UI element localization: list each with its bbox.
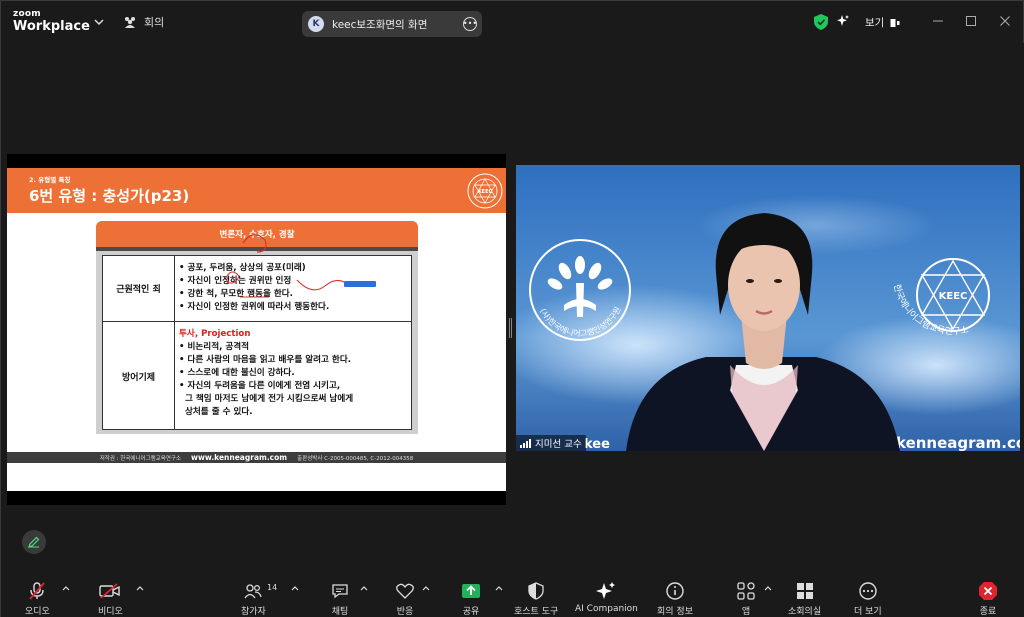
brand-top: zoom (13, 9, 41, 19)
participants-button[interactable]: 참가자 (241, 573, 266, 617)
meeting-info-label: 회의 정보 (657, 607, 693, 617)
end-call-icon (979, 582, 997, 600)
annotate-button[interactable] (22, 530, 46, 554)
audio-button[interactable]: 오디오 (25, 573, 50, 617)
reactions-label: 반응 (396, 607, 414, 617)
brand-bottom: Workplace (13, 19, 90, 34)
video-options-caret-icon[interactable] (136, 585, 144, 591)
participants-count: 14 (267, 583, 278, 592)
breakout-rooms-button[interactable]: 소회의실 (788, 573, 821, 617)
end-label: 종료 (979, 607, 997, 617)
share-options-caret-icon[interactable] (495, 585, 503, 591)
chat-icon (332, 584, 348, 599)
share-title: keec보조화면의 화면 (332, 18, 428, 31)
reactions-button[interactable]: 반응 (394, 573, 416, 617)
participants-options-caret-icon[interactable] (291, 585, 299, 591)
participant-name: 지미선 교수 (535, 439, 582, 450)
shield-icon (528, 582, 544, 600)
more-button[interactable]: 더 보기 (854, 573, 882, 617)
end-meeting-button[interactable]: 종료 (977, 573, 999, 617)
encryption-shield-icon[interactable] (814, 14, 828, 30)
breakout-rooms-label: 소회의실 (788, 607, 822, 617)
participant-name-tag: 지미선 교수 (516, 435, 586, 451)
meeting-stage: 2. 유형별 특징 6번 유형 : 충성가(p23) KEEC 변론자, 수호자… (1, 43, 1024, 573)
title-bar: zoom Workplace 회의 K keec보조화면의 화면 ••• 보기 (1, 1, 1024, 43)
right-logo-text: KEEC (939, 291, 968, 302)
meeting-info-button[interactable]: 회의 정보 (657, 573, 693, 617)
view-label: 보기 (865, 17, 885, 29)
participants-label: 참가자 (241, 607, 266, 617)
video-off-icon (99, 583, 121, 599)
close-icon[interactable] (999, 15, 1011, 27)
zoom-brand[interactable]: zoom Workplace (13, 9, 90, 34)
apps-label: 앱 (741, 607, 751, 617)
video-label: 비디오 (98, 607, 123, 617)
reactions-options-caret-icon[interactable] (422, 585, 430, 591)
zoom-window: zoom Workplace 회의 K keec보조화면의 화면 ••• 보기 (0, 0, 1024, 617)
annotation-marks (226, 234, 348, 298)
apps-options-caret-icon[interactable] (764, 585, 772, 591)
signal-strength-icon (520, 438, 531, 448)
footer-registration: 출판성박사 C-2005-000485, C-2012-004358 (297, 455, 414, 462)
audio-label: 오디오 (25, 607, 50, 617)
share-screen-pill[interactable]: K keec보조화면의 화면 ••• (302, 11, 482, 37)
annotation-tag (344, 281, 376, 287)
apps-button[interactable]: 앱 (735, 573, 757, 617)
chat-options-caret-icon[interactable] (360, 585, 368, 591)
mic-muted-icon (29, 582, 46, 600)
background-keec-partial: kee (584, 437, 610, 451)
meeting-label: 회의 (144, 16, 165, 29)
background-url: kenneagram.com (896, 434, 1020, 451)
participants-icon (125, 17, 135, 28)
more-icon (859, 582, 877, 600)
apps-icon (737, 582, 755, 600)
people-icon (244, 584, 263, 599)
footer-url: www.kenneagram.com (191, 453, 288, 462)
meeting-button[interactable]: 회의 (123, 14, 164, 30)
chevron-down-icon[interactable] (93, 16, 105, 28)
resize-handle[interactable] (509, 318, 512, 338)
pencil-icon (28, 536, 40, 548)
minimize-icon[interactable] (932, 15, 944, 27)
presentation-slide: 2. 유형별 특징 6번 유형 : 충성가(p23) KEEC 변론자, 수호자… (7, 168, 506, 491)
more-options-icon[interactable]: ••• (463, 17, 477, 31)
share-screen-icon (462, 584, 480, 598)
sharer-avatar: K (308, 16, 324, 32)
chat-label: 채팅 (331, 607, 349, 617)
view-button[interactable]: 보기 (865, 15, 900, 30)
audio-options-caret-icon[interactable] (62, 585, 70, 591)
sparkle-icon (596, 582, 616, 599)
slide-footer: 저작권 : 한국에니어그램교육연구소 www.kenneagram.com 출판… (7, 452, 506, 463)
participant-video[interactable]: (사)한국에니어그램인성연구원 KEEC 한국에니어그램교육연구소 kennea… (516, 165, 1020, 451)
shared-screen[interactable]: 2. 유형별 특징 6번 유형 : 충성가(p23) KEEC 변론자, 수호자… (7, 154, 506, 505)
maximize-icon[interactable] (965, 15, 977, 27)
video-button[interactable]: 비디오 (98, 573, 123, 617)
video-feed: (사)한국에니어그램인성연구원 KEEC 한국에니어그램교육연구소 kennea… (516, 165, 1020, 451)
layout-icon (890, 18, 900, 27)
info-icon (666, 582, 684, 600)
ai-companion-label: AI Companion (575, 604, 638, 614)
more-label: 더 보기 (854, 607, 882, 617)
ai-sparkle-icon[interactable] (836, 14, 850, 28)
footer-copyright: 저작권 : 한국에니어그램교육연구소 (99, 455, 182, 462)
breakout-rooms-icon (796, 583, 813, 599)
meeting-toolbar: 오디오 비디오 참가자 14 채팅 반응 공유 호스트 도구 AI Compan… (1, 573, 1024, 617)
share-button[interactable]: 공유 (460, 573, 482, 617)
host-tools-button[interactable]: 호스트 도구 (514, 573, 558, 617)
share-label: 공유 (462, 607, 480, 617)
chat-button[interactable]: 채팅 (329, 573, 351, 617)
heart-icon (396, 583, 414, 599)
ai-companion-button[interactable]: AI Companion (575, 573, 638, 617)
host-tools-label: 호스트 도구 (514, 607, 559, 617)
